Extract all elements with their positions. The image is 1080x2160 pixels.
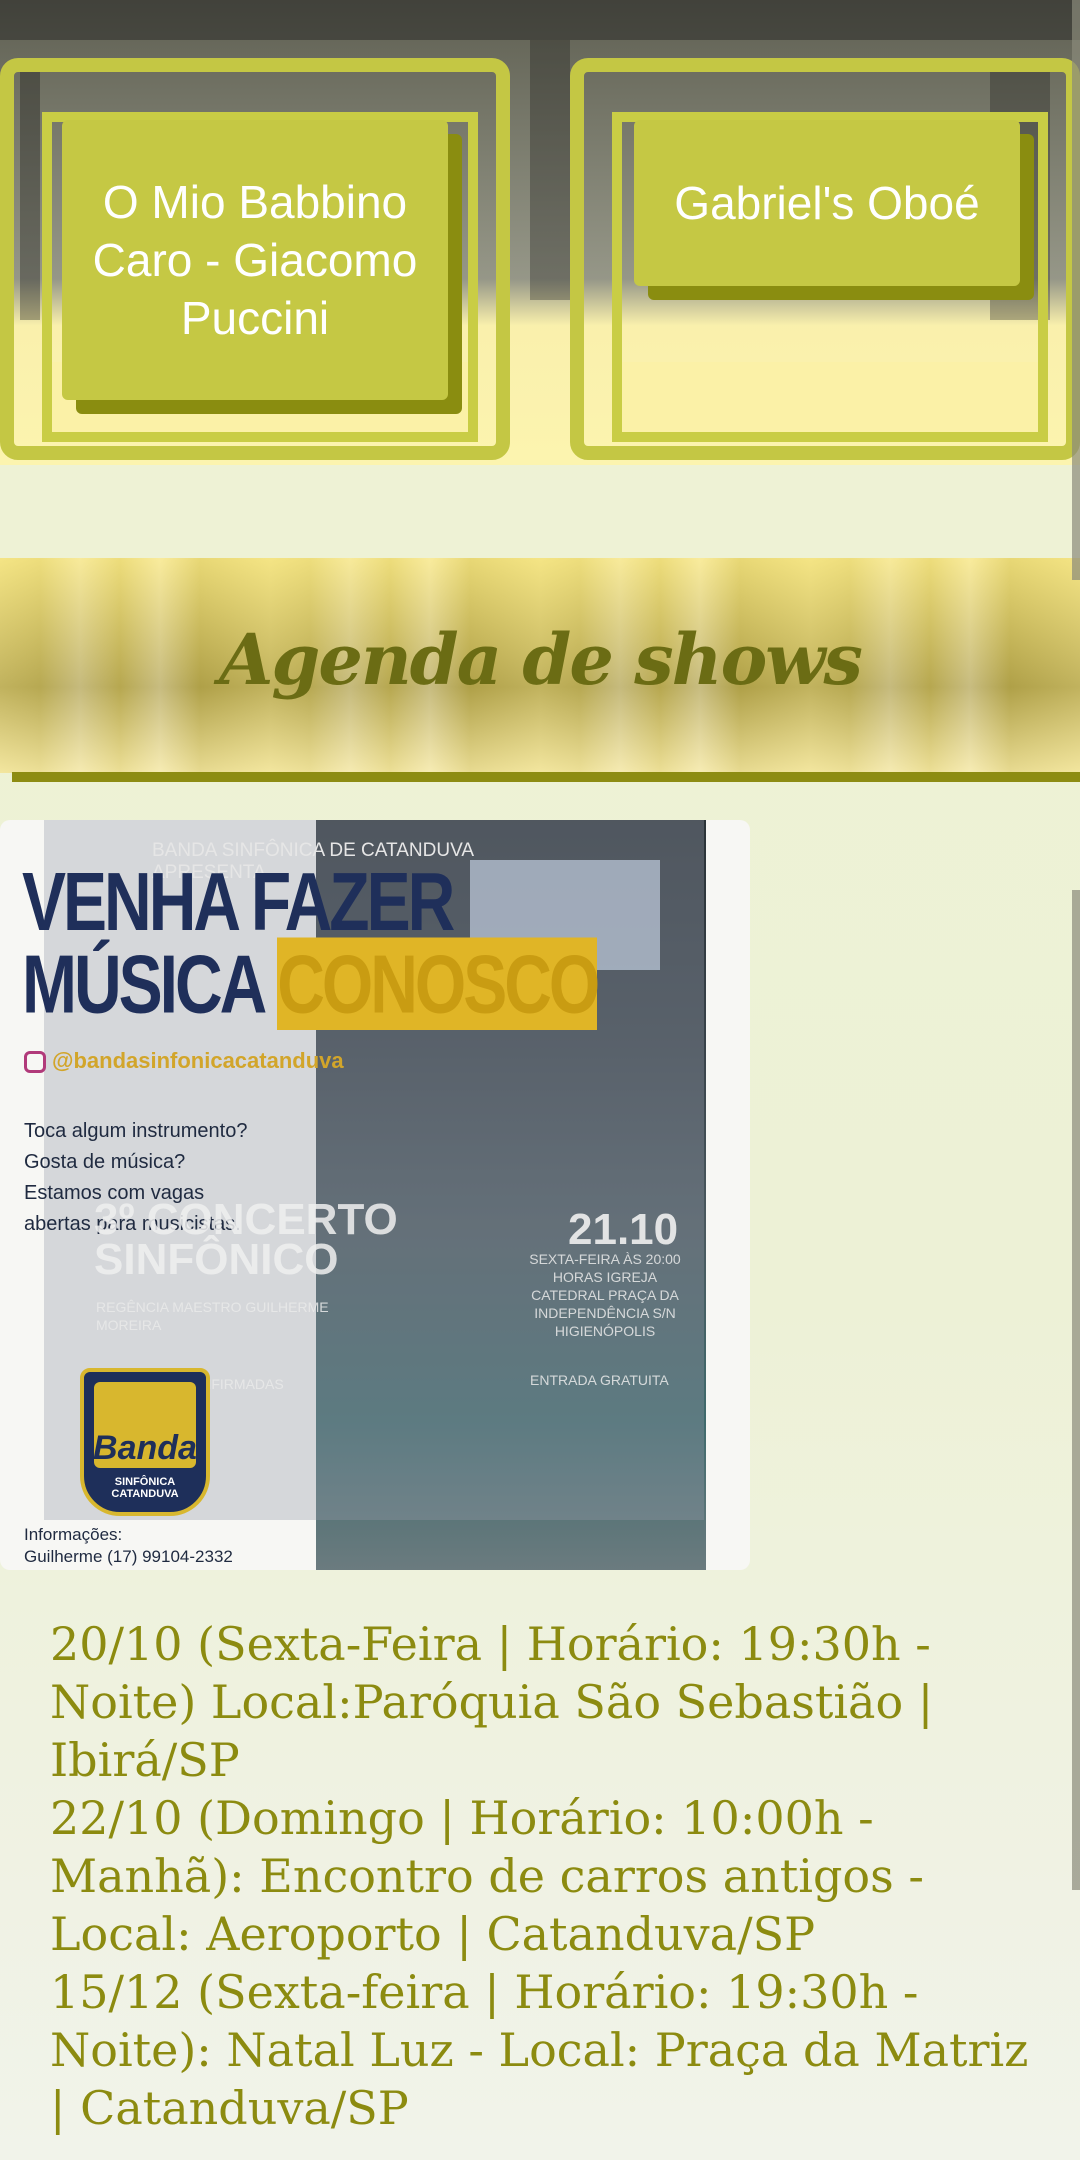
banda-logo-caption: SINFÔNICA CATANDUVA bbox=[111, 1476, 179, 1500]
poster-headline-highlight: CONOSCO bbox=[277, 937, 600, 1030]
agenda-divider bbox=[12, 772, 1080, 782]
scrollbar-thumb[interactable] bbox=[1072, 890, 1080, 1890]
poster-info-phone: Guilherme (17) 99104-2332 bbox=[24, 1547, 233, 1566]
poster-headline-line-2: MÚSICA CONOSCO bbox=[22, 937, 600, 1030]
poster-info: Informações: Guilherme (17) 99104-2332 bbox=[24, 1524, 233, 1568]
poster-headline-line-1: VENHA FAZER bbox=[22, 855, 455, 948]
poster-regencia: REGÊNCIA MAESTRO GUILHERME MOREIRA bbox=[96, 1299, 329, 1333]
agenda-title: Agenda de shows bbox=[219, 618, 863, 701]
events-list: 20/10 (Sexta-Feira | Horário: 19:30h - N… bbox=[50, 1615, 1050, 2137]
instagram-icon bbox=[24, 1051, 46, 1074]
song-button-label: Gabriel's Oboé bbox=[674, 177, 980, 229]
card-photo bbox=[622, 362, 1038, 432]
song-button-label: O Mio Babbino Caro - Giacomo Puccini bbox=[92, 176, 418, 344]
song-button-gabriels-oboe[interactable]: Gabriel's Oboé bbox=[634, 120, 1020, 286]
event-item: 22/10 (Domingo | Horário: 10:00h - Manhã… bbox=[50, 1791, 924, 1961]
banda-logo-word: Banda bbox=[93, 1382, 197, 1468]
poster-venue: SEXTA-FEIRA ÀS 20:00 HORAS IGREJA CATEDR… bbox=[529, 1251, 681, 1339]
poster-entrada: ENTRADA GRATUITA bbox=[530, 1372, 669, 1388]
poster-headline: VENHA FAZER MÚSICA CONOSCO bbox=[22, 855, 600, 1030]
scrollbar-thumb-top[interactable] bbox=[1072, 0, 1080, 580]
scrollbar[interactable] bbox=[1072, 0, 1080, 2160]
poster-instagram: @bandasinfonicacatanduva bbox=[24, 1048, 344, 1074]
event-item: 15/12 (Sexta-feira | Horário: 19:30h - N… bbox=[50, 1965, 1029, 2135]
event-item: 20/10 (Sexta-Feira | Horário: 19:30h - N… bbox=[50, 1617, 934, 1787]
poster-headline-word: MÚSICA bbox=[22, 937, 278, 1030]
song-button-o-mio-babbino-caro[interactable]: O Mio Babbino Caro - Giacomo Puccini bbox=[62, 120, 448, 400]
banda-logo: Banda SINFÔNICA CATANDUVA bbox=[80, 1368, 210, 1516]
poster-info-label: Informações: bbox=[24, 1525, 123, 1544]
poster-instagram-handle: @bandasinfonicacatanduva bbox=[52, 1048, 344, 1073]
agenda-banner: Agenda de shows bbox=[0, 558, 1080, 773]
poster-concert-title: 3º CONCERTO SINFÔNICO bbox=[94, 1195, 398, 1284]
concert-poster[interactable]: BANDA SINFÔNICA DE CATANDUVA APRESENTA V… bbox=[0, 820, 750, 1570]
poster-date: 21.10 bbox=[568, 1205, 679, 1254]
